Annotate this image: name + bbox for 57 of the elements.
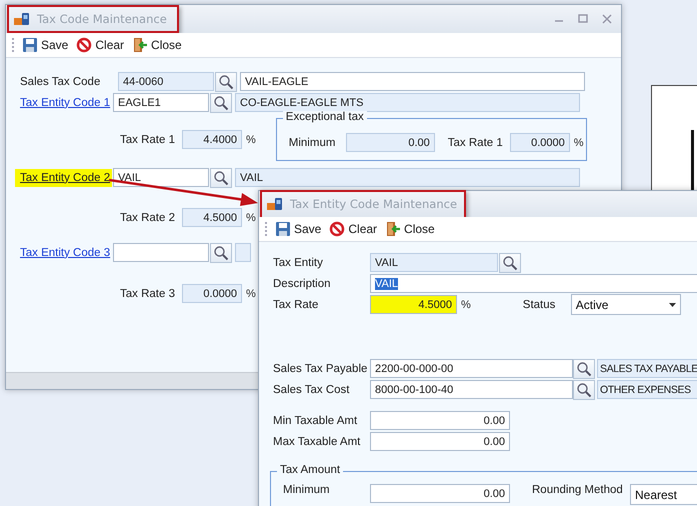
save-button[interactable]: Save bbox=[273, 221, 324, 237]
field-label: Minimum bbox=[288, 136, 336, 148]
group-title: Tax Amount bbox=[277, 464, 344, 476]
clear-button[interactable]: Clear bbox=[74, 37, 126, 53]
input-field[interactable]: SALES TAX PAYABLE bbox=[597, 359, 697, 378]
window-title: Tax Code Maintenance bbox=[37, 12, 167, 26]
window-title: Tax Entity Code Maintenance bbox=[290, 197, 458, 211]
input-field[interactable]: VAIL bbox=[235, 168, 580, 187]
field-label: Tax Rate bbox=[273, 298, 320, 310]
field-label: Tax Rate 2 bbox=[120, 212, 176, 224]
input-field[interactable]: 0.00 bbox=[370, 484, 510, 503]
input-field[interactable]: 0.00 bbox=[370, 432, 510, 451]
input-field[interactable]: EAGLE1 bbox=[113, 93, 209, 112]
field-label: Rounding Method bbox=[532, 484, 624, 496]
input-field[interactable]: 44-0060 bbox=[118, 72, 214, 91]
entity-link[interactable]: Tax Entity Code 3 bbox=[15, 244, 112, 262]
input-field[interactable]: 4.5000 bbox=[182, 208, 242, 227]
field-label: Sales Tax Cost bbox=[273, 384, 350, 396]
percent-sign: % bbox=[574, 136, 584, 148]
entity-link[interactable]: Tax Entity Code 2 bbox=[15, 168, 112, 186]
input-field[interactable]: 0.0000 bbox=[182, 284, 242, 303]
input-field[interactable]: 0.00 bbox=[346, 133, 435, 152]
group-title: Exceptional tax bbox=[282, 111, 367, 123]
input-field[interactable]: VAIL-EAGLE bbox=[240, 72, 585, 91]
rounding-dropdown[interactable]: Nearest bbox=[630, 484, 697, 505]
save-button[interactable]: Save bbox=[20, 37, 70, 53]
input-field[interactable]: 2200-00-000-00 bbox=[370, 359, 573, 378]
clear-button[interactable]: Clear bbox=[327, 221, 380, 237]
percent-sign: % bbox=[461, 298, 471, 310]
input-field[interactable]: 8000-00-100-40 bbox=[370, 380, 573, 399]
input-field[interactable]: 4.5000 bbox=[370, 295, 457, 314]
field-label: Tax Entity bbox=[273, 256, 324, 268]
field-label: Description bbox=[273, 278, 332, 290]
input-field[interactable]: 4.4000 bbox=[182, 130, 242, 149]
close-button[interactable]: Close bbox=[130, 37, 184, 53]
input-field[interactable]: VAIL bbox=[370, 274, 697, 293]
input-field[interactable]: 0.00 bbox=[370, 411, 510, 430]
input-field[interactable]: VAIL bbox=[113, 168, 209, 187]
status-dropdown[interactable]: Active bbox=[570, 294, 681, 315]
field-label: Tax Rate 1 bbox=[448, 136, 504, 148]
percent-sign: % bbox=[246, 212, 256, 224]
input-field[interactable]: VAIL bbox=[370, 253, 498, 272]
input-field[interactable]: OTHER EXPENSES bbox=[597, 380, 697, 399]
field-label: Minimum bbox=[283, 484, 331, 496]
field-label: Max Taxable Amt bbox=[273, 436, 362, 448]
percent-sign: % bbox=[246, 288, 256, 300]
percent-sign: % bbox=[246, 134, 256, 146]
input-field[interactable]: 0.0000 bbox=[510, 133, 570, 152]
field-label: Sales Tax Payable bbox=[273, 362, 368, 374]
field-label: Min Taxable Amt bbox=[273, 414, 358, 426]
input-field[interactable]: CO-EAGLE-EAGLE MTS bbox=[235, 93, 580, 112]
field-label: Tax Rate 1 bbox=[120, 134, 176, 146]
entity-link[interactable]: Tax Entity Code 1 bbox=[15, 94, 112, 112]
field-label: Sales Tax Code bbox=[20, 76, 102, 88]
field-label: Tax Rate 3 bbox=[120, 288, 176, 300]
close-button[interactable]: Close bbox=[383, 221, 437, 237]
field-label: Status bbox=[522, 298, 556, 310]
